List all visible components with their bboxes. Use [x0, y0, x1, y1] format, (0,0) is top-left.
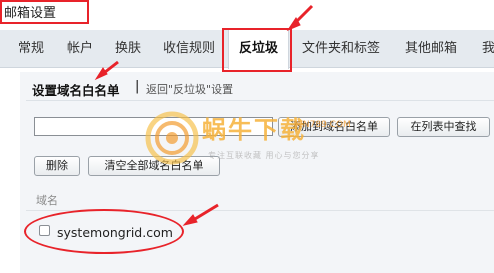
tab-mail-rules[interactable]: 收信规则: [163, 30, 215, 68]
watermark-url: WN789.COM: [294, 120, 351, 130]
tab-skin[interactable]: 换肤: [115, 30, 141, 68]
tab-accounts[interactable]: 帐户: [67, 30, 93, 68]
watermark-brand: 蜗牛下载: [202, 116, 306, 144]
snail-logo-icon: [145, 111, 199, 165]
tab-folders-labels[interactable]: 文件夹和标签: [302, 30, 380, 68]
domain-highlight-ellipse: [24, 209, 184, 254]
find-in-list-button[interactable]: 在列表中查找: [397, 117, 490, 137]
delete-button[interactable]: 删除: [34, 156, 80, 176]
tab-general[interactable]: 常规: [18, 30, 44, 68]
watermark: 蜗牛下载 WN789.COM 专注互联收藏 用心与您分享: [142, 108, 362, 170]
tab-highlight-box: [222, 28, 292, 72]
section-title: 设置域名白名单: [32, 83, 120, 98]
watermark-slogan: 专注互联收藏 用心与您分享: [208, 151, 320, 160]
title-highlight-box: [0, 0, 89, 24]
tab-other-mailboxes[interactable]: 其他邮箱: [405, 30, 457, 68]
back-to-antispam-link[interactable]: 返回"反垃圾"设置: [146, 81, 233, 97]
domain-column-header: 域名: [36, 194, 58, 207]
title-separator: |: [135, 79, 140, 94]
tab-more[interactable]: 我: [482, 30, 494, 68]
divider: [26, 100, 494, 101]
